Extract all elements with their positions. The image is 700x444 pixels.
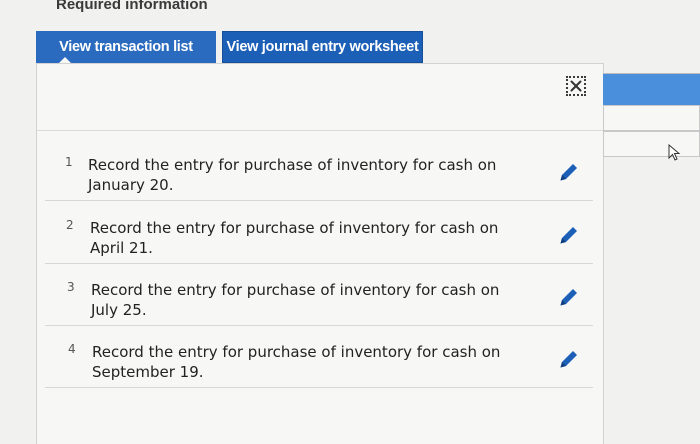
pencil-icon[interactable]: [556, 161, 580, 185]
transaction-number: 3: [67, 280, 75, 294]
worksheet-header-strip: [603, 73, 700, 106]
pencil-icon[interactable]: [556, 224, 580, 248]
close-icon: [570, 80, 582, 92]
transaction-row-4: 4 Record the entry for purchase of inven…: [45, 326, 593, 388]
close-button[interactable]: [566, 76, 586, 96]
tab-view-transaction-list[interactable]: View transaction list: [36, 31, 216, 64]
transaction-row-3: 3 Record the entry for purchase of inven…: [45, 264, 593, 326]
transaction-number: 1: [65, 155, 73, 169]
section-title: Required information: [56, 0, 208, 13]
transaction-description: Record the entry for purchase of invento…: [88, 156, 497, 194]
transaction-row-1: 1 Record the entry for purchase of inven…: [45, 139, 593, 201]
transaction-number: 4: [68, 342, 76, 356]
tab-view-journal-entry-worksheet[interactable]: View journal entry worksheet: [222, 31, 423, 63]
tab-label: View journal entry worksheet: [226, 39, 419, 55]
mouse-cursor-icon: [668, 144, 681, 161]
transaction-description: Record the entry for purchase of invento…: [90, 219, 499, 257]
transaction-number: 2: [66, 218, 74, 232]
pencil-icon[interactable]: [556, 286, 580, 310]
transaction-description: Record the entry for purchase of invento…: [91, 281, 500, 319]
transaction-list-panel: 1 Record the entry for purchase of inven…: [36, 63, 604, 444]
worksheet-row: [603, 105, 700, 131]
transaction-row-2: 2 Record the entry for purchase of inven…: [45, 202, 593, 264]
transaction-description: Record the entry for purchase of invento…: [92, 343, 501, 381]
tab-label: View transaction list: [59, 39, 193, 55]
worksheet-row: [603, 131, 700, 157]
panel-header: [37, 64, 603, 131]
pencil-icon[interactable]: [556, 348, 580, 372]
